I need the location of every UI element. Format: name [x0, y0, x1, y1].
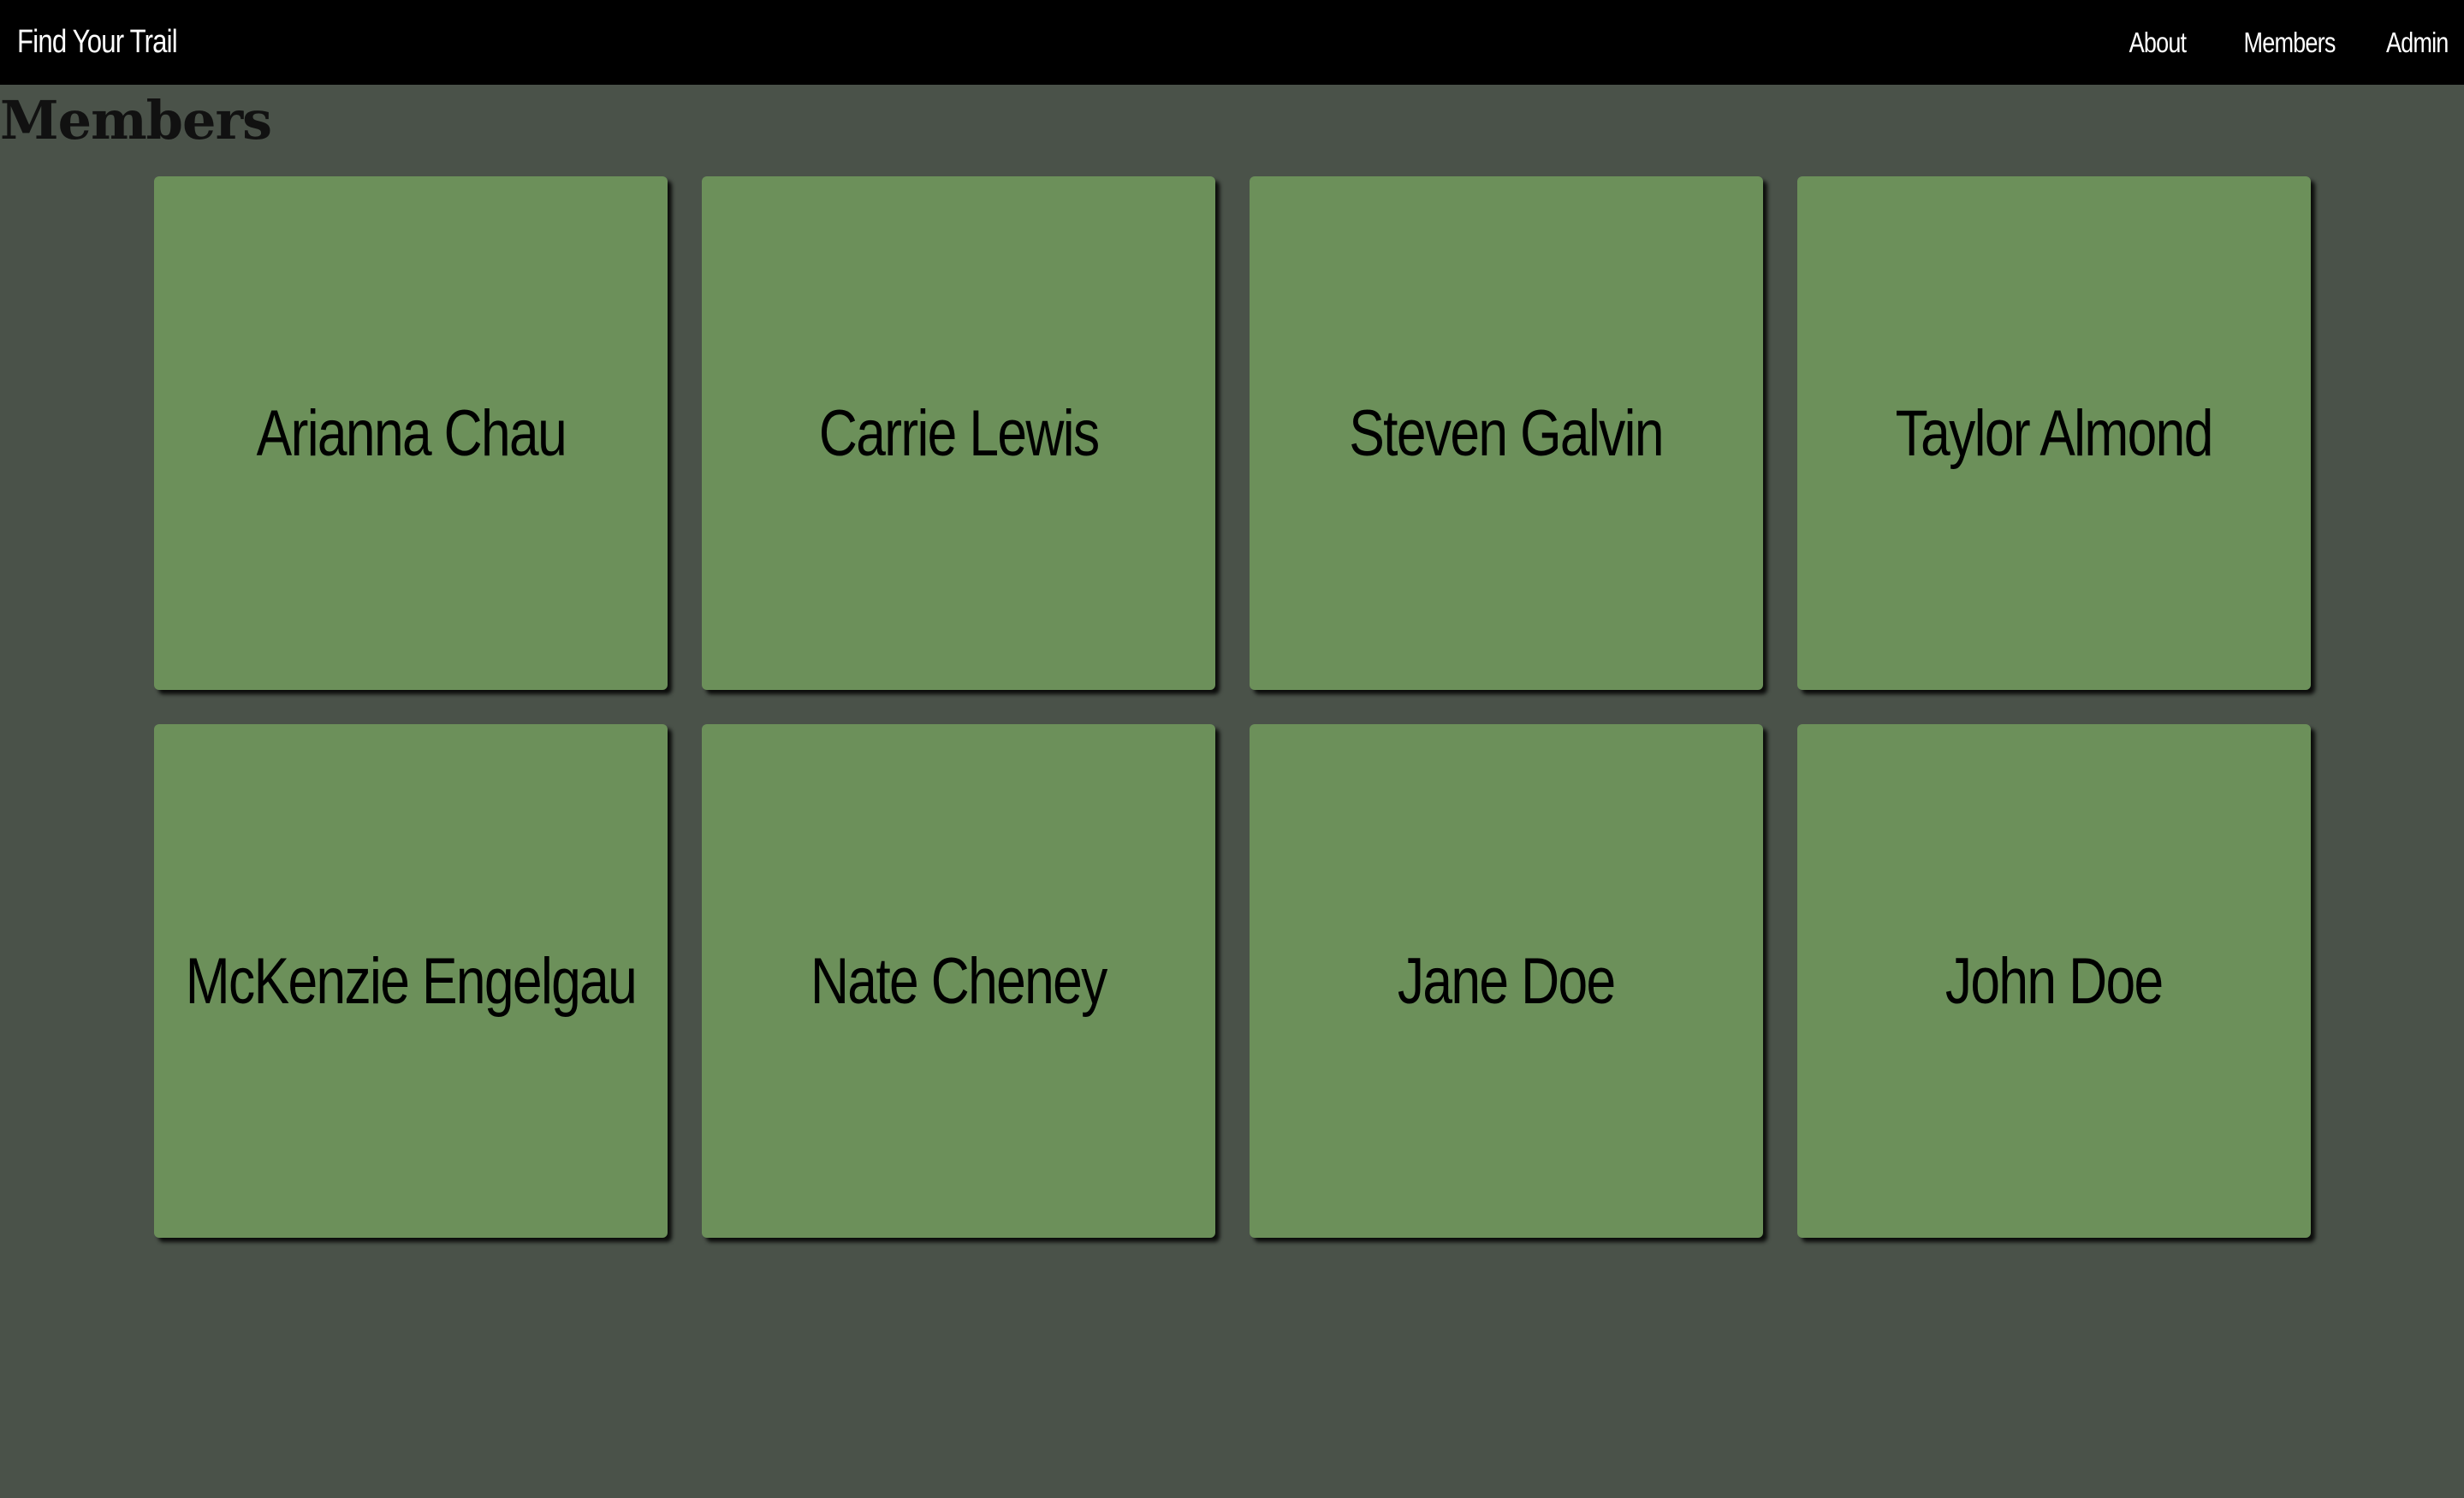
page-title: Members: [0, 89, 272, 152]
nav-link-about[interactable]: About: [2129, 27, 2186, 59]
nav-link-members[interactable]: Members: [2243, 27, 2336, 59]
brand-link[interactable]: Find Your Trail: [17, 0, 178, 85]
member-card[interactable]: John Doe: [1797, 724, 2311, 1238]
member-card[interactable]: Arianna Chau: [154, 176, 668, 690]
member-card[interactable]: Carrie Lewis: [702, 176, 1215, 690]
nav-link-admin[interactable]: Admin: [2386, 27, 2449, 59]
member-card[interactable]: Jane Doe: [1250, 724, 1763, 1238]
member-name: McKenzie Engelgau: [185, 944, 638, 1018]
member-name: Taylor Almond: [1895, 396, 2214, 470]
member-card[interactable]: Taylor Almond: [1797, 176, 2311, 690]
member-name: Arianna Chau: [256, 396, 567, 470]
member-name: John Doe: [1945, 944, 2164, 1018]
nav-links: About Members Admin: [2079, 0, 2449, 85]
member-name: Nate Cheney: [810, 944, 1107, 1018]
members-grid: Arianna Chau Carrie Lewis Steven Galvin …: [154, 176, 2311, 1238]
member-name: Carrie Lewis: [818, 396, 1100, 470]
member-name: Jane Doe: [1398, 944, 1616, 1018]
member-card[interactable]: Nate Cheney: [702, 724, 1215, 1238]
member-name: Steven Galvin: [1349, 396, 1665, 470]
member-card[interactable]: McKenzie Engelgau: [154, 724, 668, 1238]
member-card[interactable]: Steven Galvin: [1250, 176, 1763, 690]
top-navbar: Find Your Trail About Members Admin: [0, 0, 2464, 85]
